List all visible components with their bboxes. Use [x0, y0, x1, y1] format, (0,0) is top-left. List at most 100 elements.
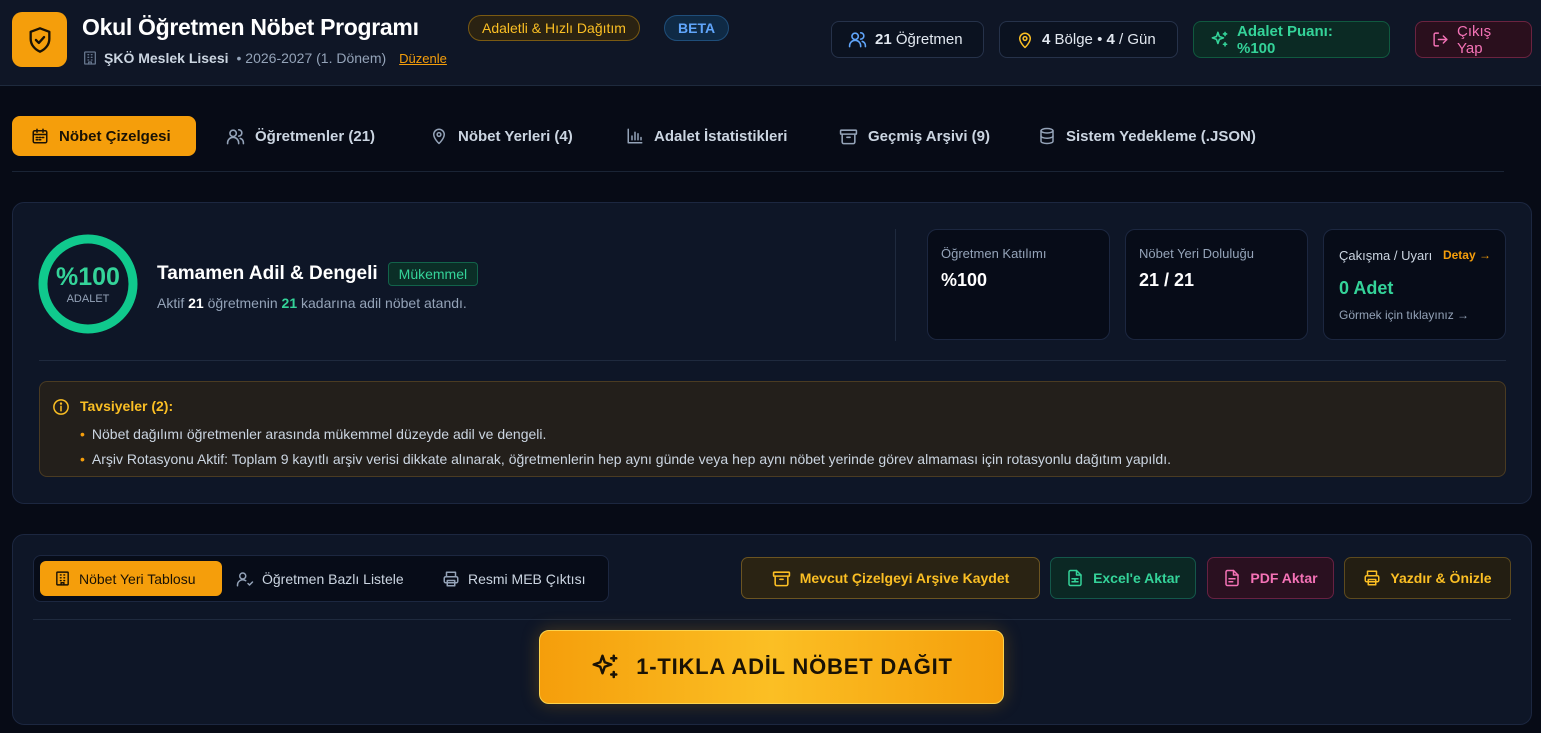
metric-label: Çakışma / Uyarı: [1339, 248, 1433, 263]
fair-distribution-badge: Adaletli & Hızlı Dağıtım: [468, 15, 640, 41]
recommendation-text: Arşiv Rotasyonu Aktif: Toplam 9 kayıtlı …: [91, 451, 1171, 467]
region-count-value: 4: [1042, 31, 1051, 48]
shield-logo-icon: [12, 12, 67, 67]
printer-icon: [442, 570, 460, 588]
list-item: • Nöbet dağılımı öğretmenler arasında mük…: [80, 426, 547, 442]
users-icon: [226, 127, 245, 146]
tab-schedule[interactable]: Nöbet Çizelgesi: [12, 116, 196, 156]
logout-label: Çıkış Yap: [1457, 22, 1492, 57]
fairness-score-text: Adalet Puanı: %100: [1237, 22, 1333, 57]
sparkles-icon: [1210, 30, 1229, 49]
recommendations-title: Tavsiyeler (2):: [80, 398, 174, 414]
schedule-panel: Nöbet Yeri Tablosu Öğretmen Bazlı Listel…: [12, 534, 1532, 725]
teacher-count-label: Öğretmen: [895, 31, 963, 48]
teacher-count-stat: 21 Öğretmen: [831, 21, 984, 58]
fairness-ring-label: ADALET: [66, 293, 110, 305]
user-check-icon: [236, 570, 254, 588]
view-mode-label: Öğretmen Bazlı Listele: [262, 570, 404, 587]
view-mode-label: Resmi MEB Çıktısı: [468, 570, 586, 587]
desc-suffix: kadarına adil nöbet atandı.: [301, 295, 467, 311]
view-meb-print-button[interactable]: Resmi MEB Çıktısı: [442, 561, 585, 596]
archive-icon: [772, 569, 791, 588]
per-day-value: 4: [1106, 31, 1115, 48]
tab-duty-locations[interactable]: Nöbet Yerleri (4): [430, 116, 573, 156]
spreadsheet-icon: [1066, 569, 1084, 587]
metric-value: 0 Adet: [1339, 278, 1394, 298]
metric-location-occupancy: Nöbet Yeri Doluluğu 21 / 21: [1125, 229, 1308, 340]
app-header: Okul Öğretmen Nöbet Programı Adaletli & …: [0, 0, 1541, 86]
export-pdf-button[interactable]: PDF Aktar: [1207, 557, 1334, 599]
verdict: Tamamen Adil & Dengeli Mükemmel: [157, 262, 479, 286]
per-day-label: / Gün: [1119, 31, 1156, 48]
view-teacher-list-button[interactable]: Öğretmen Bazlı Listele: [236, 561, 404, 596]
file-text-icon: [1223, 569, 1241, 587]
export-pdf-label: PDF Aktar: [1250, 570, 1318, 586]
view-location-table-button[interactable]: Nöbet Yeri Tablosu: [40, 561, 222, 596]
print-preview-button[interactable]: Yazdır & Önizle: [1344, 557, 1511, 599]
tab-backup[interactable]: Sistem Yedekleme (.JSON): [1038, 116, 1256, 156]
printer-icon: [1363, 569, 1381, 587]
assigned-teacher-count: 21: [281, 295, 298, 311]
building-icon: [54, 570, 71, 587]
view-mode-label: Nöbet Yeri Tablosu: [79, 570, 196, 587]
tab-fairness-stats[interactable]: Adalet İstatistikleri: [626, 116, 787, 156]
export-excel-label: Excel'e Aktar: [1093, 570, 1180, 586]
tab-fairness-stats-label: Adalet İstatistikleri: [654, 127, 788, 145]
metric-teacher-participation: Öğretmen Katılımı %100: [927, 229, 1110, 340]
fairness-score-stat: Adalet Puanı: %100: [1193, 21, 1390, 58]
metric-hint: Görmek için tıklayınız →: [1339, 308, 1470, 322]
metric-conflicts[interactable]: Çakışma / Uyarı Detay → 0 Adet Görmek iç…: [1323, 229, 1506, 340]
recommendations-box: Tavsiyeler (2): • Nöbet dağılımı öğretmen…: [39, 381, 1506, 477]
save-to-archive-button[interactable]: Mevcut Çizelgeyi Arşive Kaydet: [741, 557, 1040, 599]
tab-schedule-label: Nöbet Çizelgesi: [59, 127, 171, 145]
auto-distribute-button[interactable]: 1-TIKLA ADİL NÖBET DAĞIT: [539, 630, 1004, 704]
bar-chart-icon: [626, 127, 644, 145]
list-item: • Arşiv Rotasyonu Aktif: Toplam 9 kayıtlı…: [80, 451, 1171, 467]
schedule-separator: [33, 619, 1511, 620]
archive-icon: [839, 127, 858, 146]
users-icon: [848, 30, 867, 49]
building-icon: [82, 50, 98, 66]
tab-teachers-label: Öğretmenler (21): [255, 127, 376, 145]
school-term: • 2026-2027 (1. Dönem): [236, 50, 387, 66]
map-pin-icon: [430, 127, 448, 145]
beta-badge: BETA: [664, 15, 730, 41]
summary-divider: [895, 229, 896, 341]
school-name: ŞKÖ Meslek Lisesi: [104, 50, 229, 66]
fairness-summary-panel: %100 ADALET Tamamen Adil & Dengeli Mükem…: [12, 202, 1532, 504]
fairness-ring-value: %100: [56, 263, 120, 291]
fairness-ring: %100 ADALET: [37, 233, 139, 335]
export-excel-button[interactable]: Excel'e Aktar: [1050, 557, 1196, 599]
desc-middle: öğretmenin: [207, 295, 278, 311]
tab-duty-locations-label: Nöbet Yerleri (4): [458, 127, 573, 145]
save-to-archive-label: Mevcut Çizelgeyi Arşive Kaydet: [799, 570, 1010, 586]
recommendations-list: • Nöbet dağılımı öğretmenler arasında mük…: [80, 422, 1171, 472]
view-mode-switcher: Nöbet Yeri Tablosu Öğretmen Bazlı Listel…: [33, 555, 609, 602]
conflict-detail-link[interactable]: Detay →: [1443, 248, 1491, 262]
edit-school-link[interactable]: Düzenle: [399, 51, 447, 66]
logout-icon: [1432, 31, 1449, 48]
active-teacher-count: 21: [188, 295, 204, 311]
logout-button[interactable]: Çıkış Yap: [1415, 21, 1532, 58]
tab-archive[interactable]: Geçmiş Arşivi (9): [839, 116, 990, 156]
metric-value: 21 / 21: [1139, 270, 1195, 290]
sparkles-icon: [590, 652, 620, 682]
calendar-icon: [31, 127, 49, 145]
tab-teachers[interactable]: Öğretmenler (21): [226, 116, 375, 156]
info-icon: [52, 398, 70, 416]
tab-archive-label: Geçmiş Arşivi (9): [868, 127, 990, 145]
app-title: Okul Öğretmen Nöbet Programı: [82, 14, 419, 40]
summary-separator: [39, 360, 1506, 361]
recommendation-text: Nöbet dağılımı öğretmenler arasında müke…: [91, 426, 547, 442]
metric-label: Nöbet Yeri Doluluğu: [1139, 246, 1254, 261]
auto-distribute-label: 1-TIKLA ADİL NÖBET DAĞIT: [636, 654, 953, 679]
region-count-label: Bölge: [1054, 31, 1093, 48]
print-preview-label: Yazdır & Önizle: [1390, 570, 1492, 586]
school-info: ŞKÖ Meslek Lisesi • 2026-2027 (1. Dönem)…: [82, 50, 447, 66]
metric-label: Öğretmen Katılımı: [941, 246, 1047, 261]
verdict-title: Tamamen Adil & Dengeli: [157, 263, 378, 284]
tab-backup-label: Sistem Yedekleme (.JSON): [1066, 127, 1256, 145]
teacher-count-value: 21: [875, 31, 892, 48]
verdict-badge: Mükemmel: [387, 262, 479, 286]
map-pin-icon: [1016, 31, 1034, 49]
